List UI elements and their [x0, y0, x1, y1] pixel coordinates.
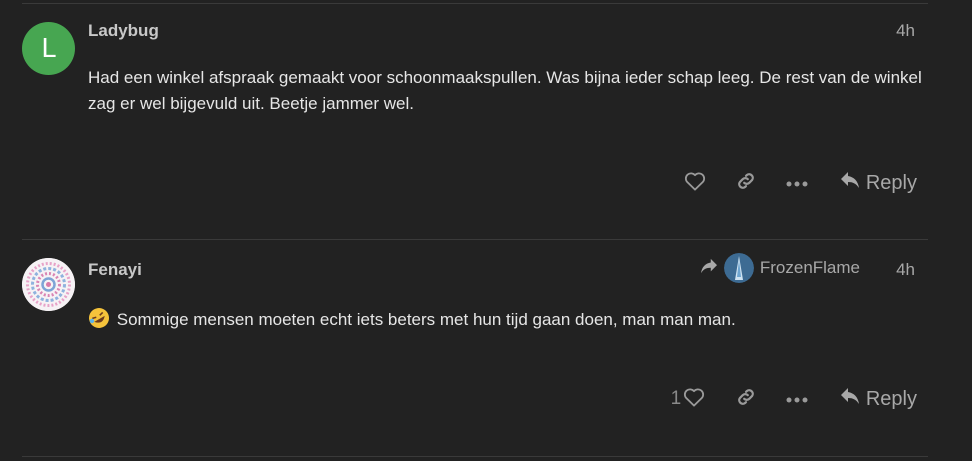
- rofl-emoji-icon: [88, 307, 112, 329]
- like-button[interactable]: 1: [666, 387, 710, 412]
- more-actions-button[interactable]: [782, 174, 812, 192]
- avatar[interactable]: L: [22, 22, 75, 75]
- post-ladybug: L Ladybug 4h Had een winkel afspraak gem…: [0, 0, 972, 240]
- reply-to-username: FrozenFlame: [759, 258, 860, 277]
- more-actions-button[interactable]: [782, 390, 812, 408]
- ellipsis-icon: [786, 174, 808, 192]
- share-arrow-icon: [700, 258, 718, 279]
- reply-arrow-icon: [840, 387, 860, 411]
- post-actions: Reply: [680, 168, 917, 198]
- reply-button[interactable]: Reply: [840, 387, 917, 411]
- reply-label: Reply: [865, 387, 917, 410]
- post-fenayi: Fenayi FrozenFlame 4h Sommige mensen moe…: [0, 240, 972, 458]
- username[interactable]: Ladybug: [88, 21, 159, 41]
- reply-label: Reply: [865, 171, 917, 194]
- post-body: Had een winkel afspraak gemaakt voor sch…: [88, 68, 922, 113]
- link-icon: [735, 386, 757, 413]
- reply-button[interactable]: Reply: [840, 171, 917, 195]
- post-body-text: Sommige mensen moeten echt iets beters m…: [116, 310, 736, 329]
- copy-link-button[interactable]: [731, 386, 761, 413]
- like-count[interactable]: 1: [671, 388, 682, 410]
- reply-to-avatar: [723, 253, 754, 283]
- copy-link-button[interactable]: [731, 170, 761, 197]
- heart-icon: [683, 387, 705, 412]
- mandala-avatar-image: [22, 258, 75, 311]
- avatar[interactable]: [22, 258, 75, 311]
- post-age[interactable]: 4h: [896, 260, 915, 280]
- reply-to-indicator[interactable]: FrozenFlame: [700, 253, 860, 283]
- post-actions: 1 Reply: [666, 384, 917, 414]
- heart-icon: [684, 171, 706, 196]
- ellipsis-icon: [786, 390, 808, 408]
- post-body: Sommige mensen moeten echt iets beters m…: [88, 307, 928, 333]
- like-button[interactable]: [680, 171, 710, 196]
- post-divider: [22, 456, 928, 457]
- username[interactable]: Fenayi: [88, 260, 142, 280]
- post-age[interactable]: 4h: [896, 21, 915, 41]
- link-icon: [735, 170, 757, 197]
- reply-arrow-icon: [840, 171, 860, 195]
